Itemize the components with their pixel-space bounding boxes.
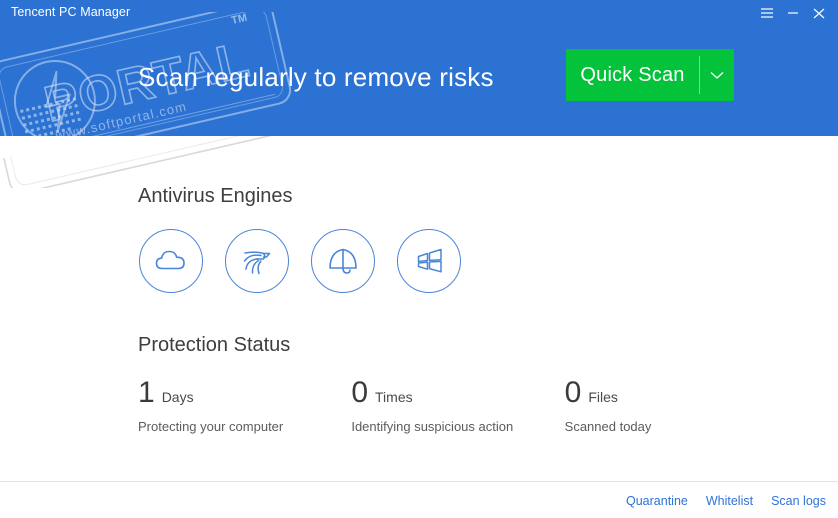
stat-days-value: 1 <box>138 376 155 409</box>
antivirus-engines-list <box>139 229 461 293</box>
whitelist-link[interactable]: Whitelist <box>706 494 753 508</box>
engine-eagle[interactable] <box>225 229 289 293</box>
close-button[interactable] <box>806 2 832 24</box>
cloud-icon <box>155 250 185 270</box>
quick-scan-dropdown-button[interactable] <box>700 49 734 101</box>
stat-times-description: Identifying suspicious action <box>351 419 514 434</box>
stat-files-value: 0 <box>564 376 582 409</box>
protection-status-stats: 1 Days Protecting your computer 0 Times … <box>138 378 778 435</box>
window-controls <box>754 2 832 24</box>
footer-separator <box>0 481 838 482</box>
stat-times-value: 0 <box>351 376 369 409</box>
minimize-button[interactable] <box>780 2 806 24</box>
eagle-icon <box>243 251 271 275</box>
title-bar: Tencent PC Manager <box>0 0 838 28</box>
stat-times: 0 Times Identifying suspicious action <box>351 378 564 435</box>
quarantine-link[interactable]: Quarantine <box>626 494 688 508</box>
menu-button[interactable] <box>754 2 780 24</box>
protection-status-title: Protection Status <box>138 334 291 356</box>
stat-files: 0 Files Scanned today <box>564 378 778 435</box>
close-icon <box>813 8 825 18</box>
stat-times-unit: Times <box>375 389 413 405</box>
minimize-icon <box>788 12 798 14</box>
header-headline: Scan regularly to remove risks <box>138 62 494 92</box>
stat-days-description: Protecting your computer <box>138 419 284 434</box>
quick-scan-button[interactable]: Quick Scan <box>566 49 734 101</box>
engine-avira[interactable] <box>311 229 375 293</box>
softportal-watermark-tail <box>3 136 278 188</box>
stat-files-unit: Files <box>588 389 618 405</box>
hamburger-menu-icon <box>761 8 773 18</box>
svg-text:www.softportal.com: www.softportal.com <box>53 99 188 136</box>
antivirus-engines-title: Antivirus Engines <box>138 185 293 207</box>
app-title: Tencent PC Manager <box>11 5 131 19</box>
app-header: Tencent PC Manager Scan regularly to rem… <box>0 0 838 136</box>
stat-days-top: 1 Days <box>138 378 351 408</box>
windows-icon <box>417 248 442 273</box>
engine-cloud[interactable] <box>139 229 203 293</box>
engine-windows[interactable] <box>397 229 461 293</box>
quick-scan-label: Quick Scan <box>580 63 685 86</box>
stat-days-unit: Days <box>161 389 194 405</box>
stat-files-description: Scanned today <box>564 419 652 434</box>
stat-files-top: 0 Files <box>565 378 778 408</box>
chevron-down-icon <box>710 71 724 79</box>
umbrella-icon <box>329 248 357 274</box>
app-window: Tencent PC Manager Scan regularly to rem… <box>0 0 838 518</box>
footer-links: Quarantine Whitelist Scan logs <box>626 494 826 508</box>
stat-times-top: 0 Times <box>351 378 564 408</box>
scan-logs-link[interactable]: Scan logs <box>771 494 826 508</box>
stat-days: 1 Days Protecting your computer <box>138 378 351 435</box>
